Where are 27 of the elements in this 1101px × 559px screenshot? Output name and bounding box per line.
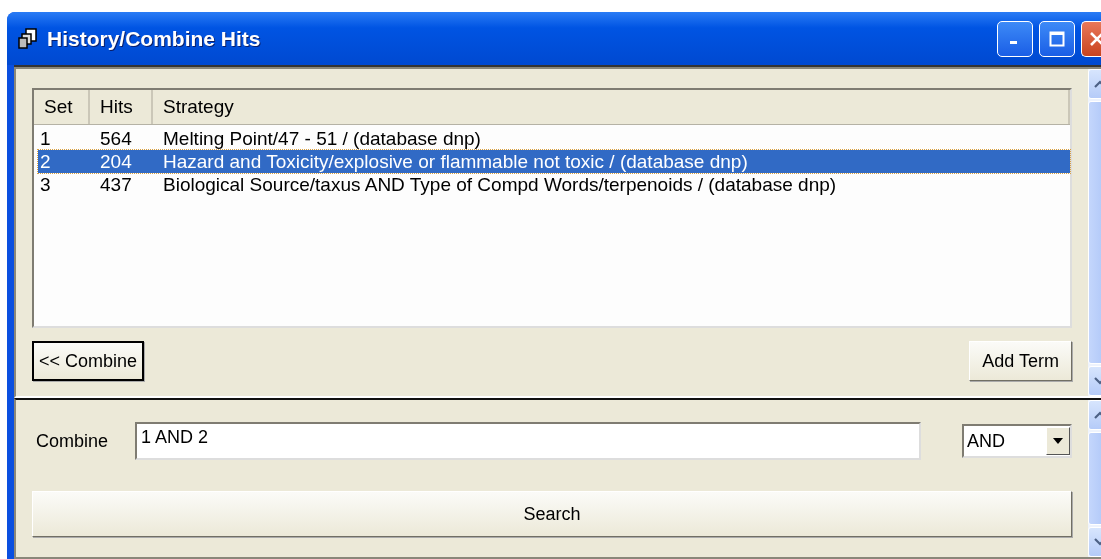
column-header[interactable]: Strategy: [153, 90, 1070, 124]
history-row[interactable]: 1 564 Melting Point/47 - 51 / (database dnp): [38, 127, 1070, 150]
combine-field[interactable]: 1 AND 2: [135, 422, 921, 460]
set-cell-text: 3: [39, 173, 52, 196]
minimize-button[interactable]: [997, 20, 1033, 57]
hits-cell-text: 564: [99, 127, 133, 150]
close-icon[interactable]: [1088, 30, 1101, 47]
app-icon: [17, 27, 39, 50]
operator-dropdown[interactable]: AND: [962, 424, 1072, 458]
maximize-icon[interactable]: [1049, 30, 1065, 47]
search-button[interactable]: Search: [32, 491, 1072, 537]
strategy-cell-text: Melting Point/47 - 51 / (database dnp): [162, 127, 481, 150]
window-title: History/Combine Hits: [47, 26, 261, 51]
history-row[interactable]: 2 204 Hazard and Toxicity/explosive or flammable not toxic / (database dnp): [38, 150, 1070, 173]
hits-cell-text: 204: [99, 150, 133, 173]
combine-label: Combine: [36, 430, 109, 452]
maximize-button[interactable]: [1039, 20, 1075, 57]
combine-button[interactable]: << Combine: [32, 341, 145, 381]
set-cell-text: 1: [39, 127, 52, 150]
strategy-cell-text: Hazard and Toxicity/explosive or flammable not toxic / (database dnp): [162, 150, 748, 173]
hits-cell-text: 437: [99, 173, 133, 196]
history-row[interactable]: 3 437 Biological Source/taxus AND Type of Compd Words/terpenoids / (database dnp): [38, 173, 1070, 196]
column-header[interactable]: Set: [34, 90, 90, 124]
strategy-cell-text: Biological Source/taxus AND Type of Compd Words/terpenoids / (database dnp): [162, 173, 837, 196]
column-header[interactable]: Hits: [90, 90, 153, 124]
add-term-button[interactable]: Add Term: [969, 341, 1072, 381]
set-cell-text: 2: [39, 150, 52, 173]
